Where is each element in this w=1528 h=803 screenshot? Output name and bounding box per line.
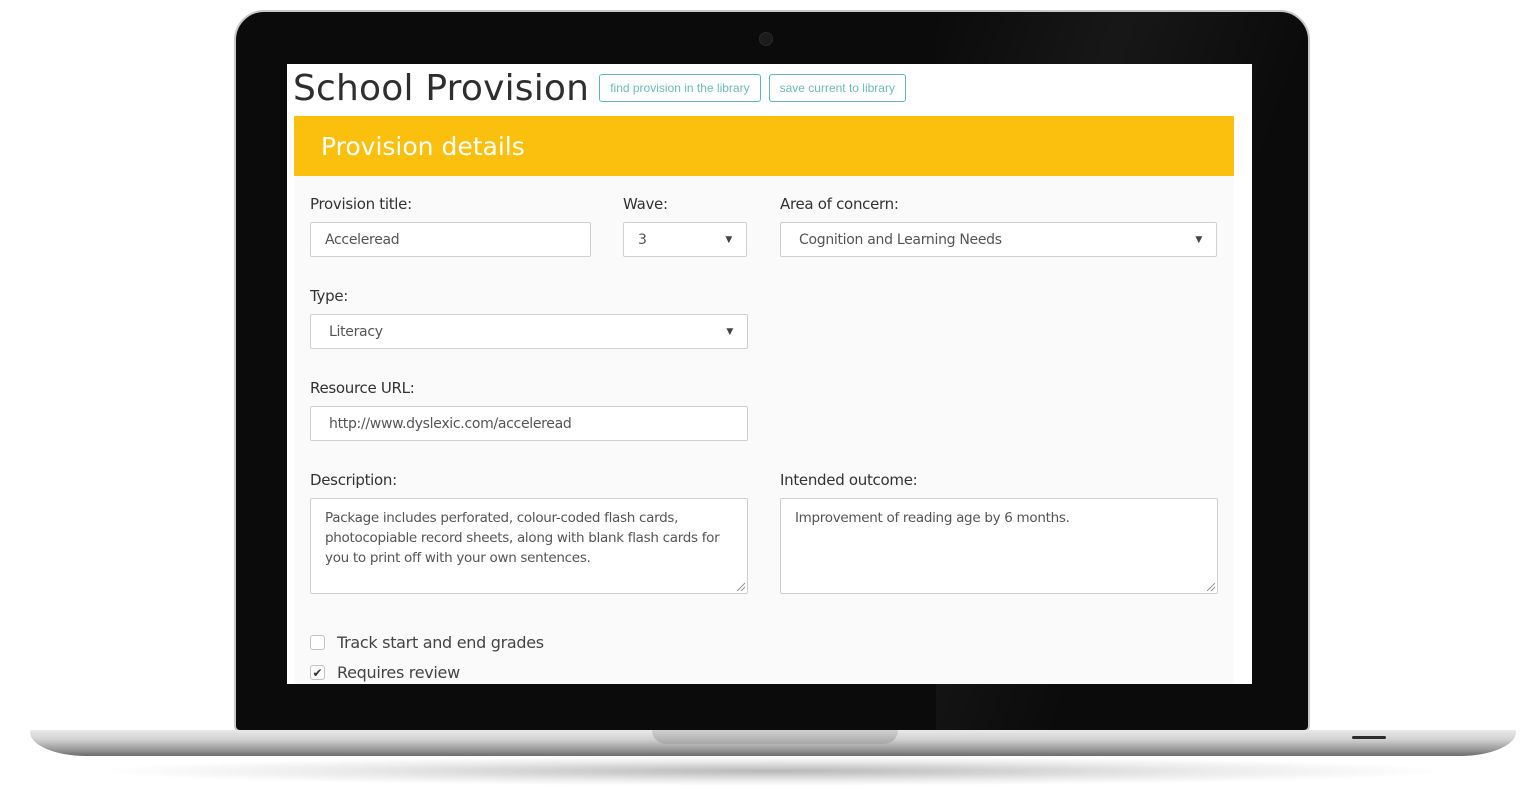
laptop-notch — [652, 730, 898, 744]
provision-title-label: Provision title: — [310, 195, 412, 213]
wave-label: Wave: — [623, 195, 668, 213]
find-provision-button[interactable]: find provision in the library — [599, 74, 761, 102]
track-grades-checkbox[interactable] — [310, 635, 325, 650]
intended-outcome-label: Intended outcome: — [780, 471, 918, 489]
chevron-down-icon: ▼ — [726, 326, 733, 337]
camera-icon — [759, 32, 773, 46]
panel-title: Provision details — [321, 131, 525, 161]
area-of-concern-select[interactable]: Cognition and Learning Needs ▼ — [780, 222, 1217, 257]
provision-title-input[interactable]: Acceleread — [310, 222, 591, 257]
area-of-concern-label: Area of concern: — [780, 195, 899, 213]
laptop-indicator-light — [1352, 736, 1386, 739]
panel-header: Provision details — [294, 116, 1234, 176]
track-grades-label: Track start and end grades — [337, 633, 544, 652]
chevron-down-icon: ▼ — [725, 234, 732, 245]
requires-review-label: Requires review — [337, 663, 460, 682]
requires-review-checkbox[interactable]: ✔ — [310, 665, 325, 680]
resource-url-input[interactable]: http://www.dyslexic.com/acceleread — [310, 406, 748, 441]
checkmark-icon: ✔ — [312, 665, 323, 680]
resize-handle-icon[interactable] — [737, 583, 745, 591]
intended-outcome-textarea[interactable]: Improvement of reading age by 6 months. — [780, 498, 1218, 594]
intended-outcome-text: Improvement of reading age by 6 months. — [795, 510, 1070, 526]
type-label: Type: — [310, 287, 349, 305]
laptop-shadow — [90, 756, 1456, 786]
chevron-down-icon: ▼ — [1195, 234, 1202, 245]
track-grades-row[interactable]: Track start and end grades — [310, 633, 544, 652]
save-to-library-button[interactable]: save current to library — [768, 74, 906, 102]
resize-handle-icon[interactable] — [1207, 583, 1215, 591]
requires-review-row[interactable]: ✔ Requires review — [310, 663, 460, 682]
type-select[interactable]: Literacy ▼ — [310, 314, 748, 349]
resource-url-label: Resource URL: — [310, 379, 415, 397]
type-select-value: Literacy — [329, 323, 383, 340]
wave-select[interactable]: 3 ▼ — [623, 222, 747, 257]
description-text: Package includes perforated, colour-code… — [325, 510, 720, 566]
wave-select-value: 3 — [638, 231, 647, 248]
laptop-screen: School Provision find provision in the l… — [287, 64, 1252, 684]
provision-form: Provision title: Acceleread Wave: 3 ▼ Ar… — [294, 176, 1234, 684]
description-textarea[interactable]: Package includes perforated, colour-code… — [310, 498, 748, 594]
page-title: School Provision — [293, 67, 590, 109]
description-label: Description: — [310, 471, 397, 489]
area-of-concern-value: Cognition and Learning Needs — [799, 231, 1002, 248]
page-header: School Provision find provision in the l… — [293, 64, 906, 112]
